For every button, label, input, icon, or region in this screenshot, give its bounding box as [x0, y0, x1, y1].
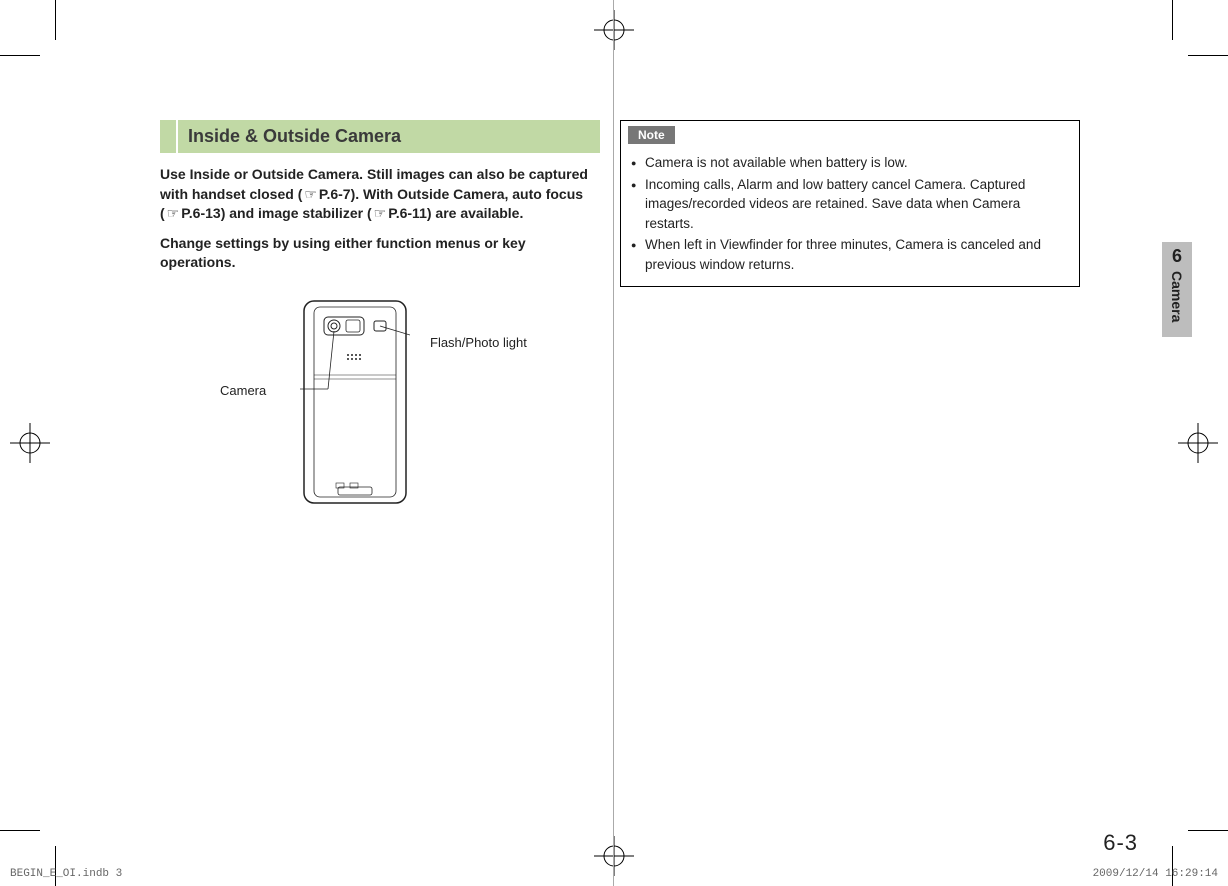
note-item: When left in Viewfinder for three minute… — [631, 235, 1069, 274]
footer-file: BEGIN_E_OI.indb 3 — [10, 868, 122, 880]
left-column: Inside & Outside Camera Use Inside or Ou… — [160, 120, 600, 517]
note-label: Note — [628, 126, 675, 144]
note-box: Note Camera is not available when batter… — [620, 120, 1080, 287]
pointer-icon: ☞ — [372, 205, 389, 221]
chapter-label: Camera — [1169, 271, 1185, 332]
right-column: Note Camera is not available when batter… — [620, 120, 1080, 287]
pointer-icon: ☞ — [302, 186, 319, 202]
registration-bottom-icon — [594, 836, 634, 876]
note-item: Camera is not available when battery is … — [631, 153, 1069, 173]
camera-label: Camera — [220, 383, 266, 398]
pointer-icon: ☞ — [165, 205, 182, 221]
phone-diagram: Camera Flash/Photo light — [160, 297, 600, 517]
chapter-number: 6 — [1162, 246, 1192, 267]
intro-paragraph-2: Change settings by using either function… — [160, 234, 600, 273]
heading-text: Inside & Outside Camera — [178, 120, 600, 153]
note-item: Incoming calls, Alarm and low battery ca… — [631, 175, 1069, 234]
footer-timestamp: 2009/12/14 16:29:14 — [1093, 868, 1218, 880]
handset-illustration — [300, 297, 410, 507]
section-heading: Inside & Outside Camera — [160, 120, 600, 153]
page-number: 6-3 — [1103, 830, 1138, 856]
chapter-tab: 6 Camera — [1162, 242, 1192, 337]
registration-left-icon — [10, 423, 50, 463]
intro-paragraph: Use Inside or Outside Camera. Still imag… — [160, 165, 600, 224]
flash-label: Flash/Photo light — [430, 335, 527, 350]
registration-right-icon — [1178, 423, 1218, 463]
